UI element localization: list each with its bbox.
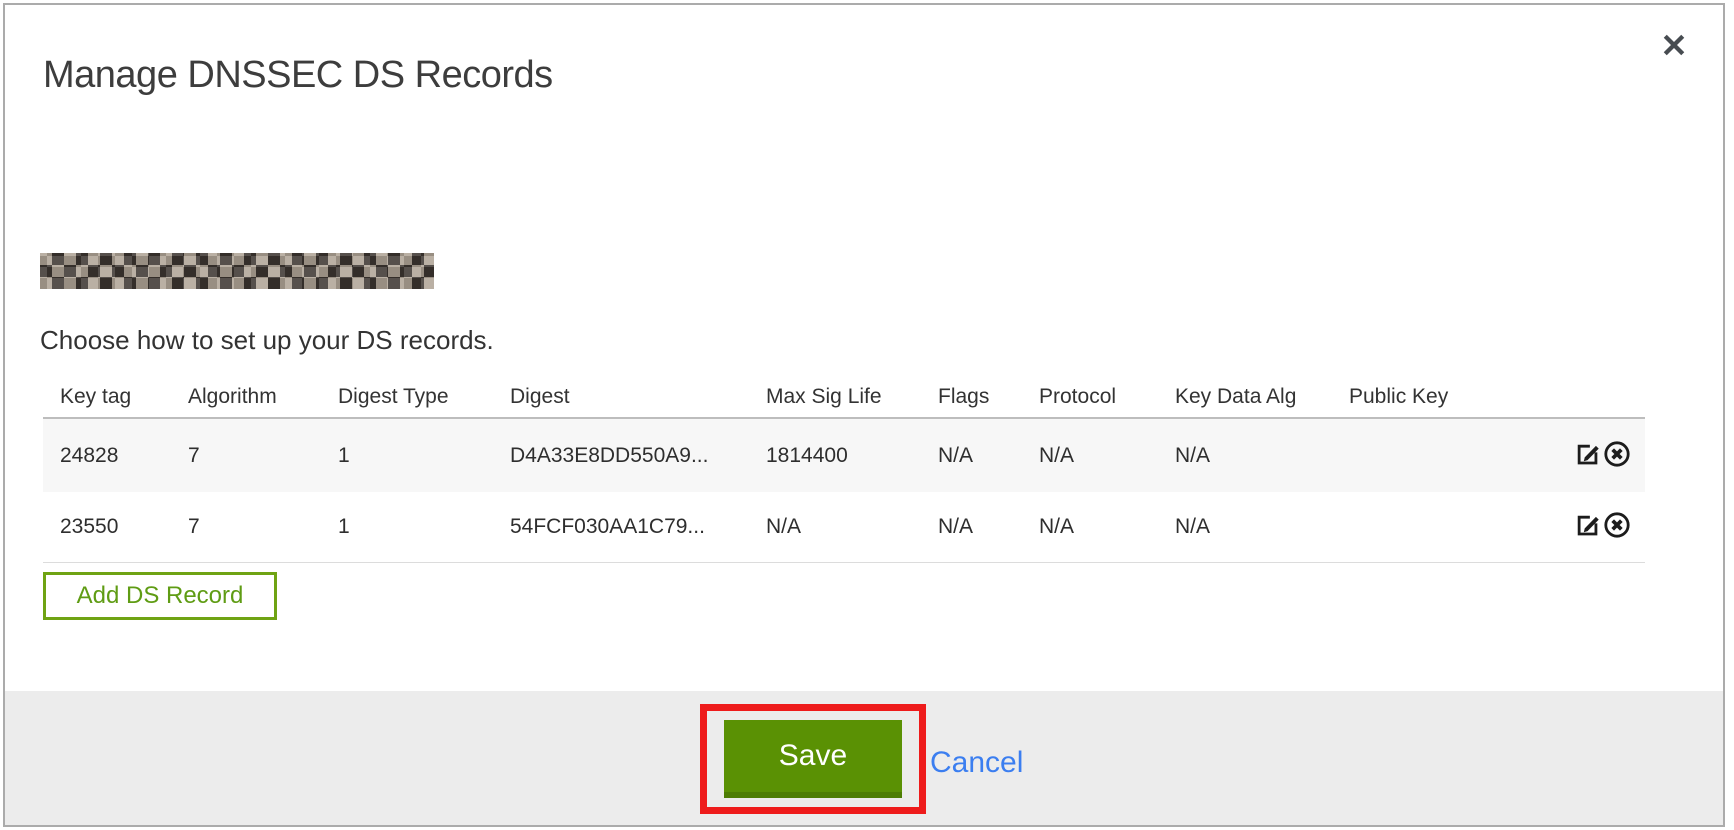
- cell-protocol: N/A: [1039, 418, 1175, 492]
- col-header-actions: [1532, 377, 1645, 418]
- cell-public-key: [1349, 492, 1532, 562]
- delete-record-button[interactable]: [1603, 511, 1631, 542]
- col-header-key-data-alg: Key Data Alg: [1175, 377, 1349, 418]
- cell-key-tag: 23550: [43, 492, 188, 562]
- cell-digest: 54FCF030AA1C79...: [510, 492, 766, 562]
- cell-public-key: [1349, 418, 1532, 492]
- dialog-footer: Save Cancel: [5, 691, 1723, 825]
- col-header-digest-type: Digest Type: [338, 377, 510, 418]
- cell-max-sig-life: 1814400: [766, 418, 938, 492]
- cell-max-sig-life: N/A: [766, 492, 938, 562]
- red-highlight-annotation: Save: [700, 704, 926, 814]
- circle-x-icon: [1603, 456, 1631, 471]
- col-header-key-tag: Key tag: [43, 377, 188, 418]
- col-header-flags: Flags: [938, 377, 1039, 418]
- cell-digest-type: 1: [338, 418, 510, 492]
- close-button[interactable]: [1657, 29, 1691, 63]
- cell-algorithm: 7: [188, 418, 338, 492]
- col-header-max-sig-life: Max Sig Life: [766, 377, 938, 418]
- cell-digest-type: 1: [338, 492, 510, 562]
- cell-flags: N/A: [938, 418, 1039, 492]
- cell-digest: D4A33E8DD550A9...: [510, 418, 766, 492]
- manage-dnssec-ds-records-dialog: Manage DNSSEC DS Records Choose how to s…: [3, 3, 1725, 827]
- cell-key-tag: 24828: [43, 418, 188, 492]
- circle-x-icon: [1603, 527, 1631, 542]
- row-actions: [1532, 418, 1645, 492]
- col-header-digest: Digest: [510, 377, 766, 418]
- edit-pencil-square-icon: [1574, 527, 1602, 542]
- col-header-protocol: Protocol: [1039, 377, 1175, 418]
- edit-pencil-square-icon: [1574, 456, 1602, 471]
- col-header-public-key: Public Key: [1349, 377, 1532, 418]
- table-header-row: Key tag Algorithm Digest Type Digest Max…: [43, 377, 1645, 418]
- dialog-title: Manage DNSSEC DS Records: [43, 54, 553, 97]
- row-actions: [1532, 492, 1645, 562]
- table-row: 23550 7 1 54FCF030AA1C79... N/A N/A N/A …: [43, 492, 1645, 562]
- instruction-text: Choose how to set up your DS records.: [40, 325, 494, 356]
- cell-key-data-alg: N/A: [1175, 418, 1349, 492]
- cell-key-data-alg: N/A: [1175, 492, 1349, 562]
- add-ds-record-button[interactable]: Add DS Record: [43, 572, 277, 620]
- cancel-link[interactable]: Cancel: [930, 746, 1023, 780]
- edit-record-button[interactable]: [1574, 440, 1602, 471]
- delete-record-button[interactable]: [1603, 440, 1631, 471]
- redacted-domain-name: [40, 253, 434, 289]
- ds-records-table: Key tag Algorithm Digest Type Digest Max…: [43, 377, 1645, 563]
- save-button[interactable]: Save: [724, 720, 902, 798]
- edit-record-button[interactable]: [1574, 511, 1602, 542]
- table-row: 24828 7 1 D4A33E8DD550A9... 1814400 N/A …: [43, 418, 1645, 492]
- cell-flags: N/A: [938, 492, 1039, 562]
- cell-protocol: N/A: [1039, 492, 1175, 562]
- col-header-algorithm: Algorithm: [188, 377, 338, 418]
- cell-algorithm: 7: [188, 492, 338, 562]
- close-x-icon: [1659, 48, 1689, 63]
